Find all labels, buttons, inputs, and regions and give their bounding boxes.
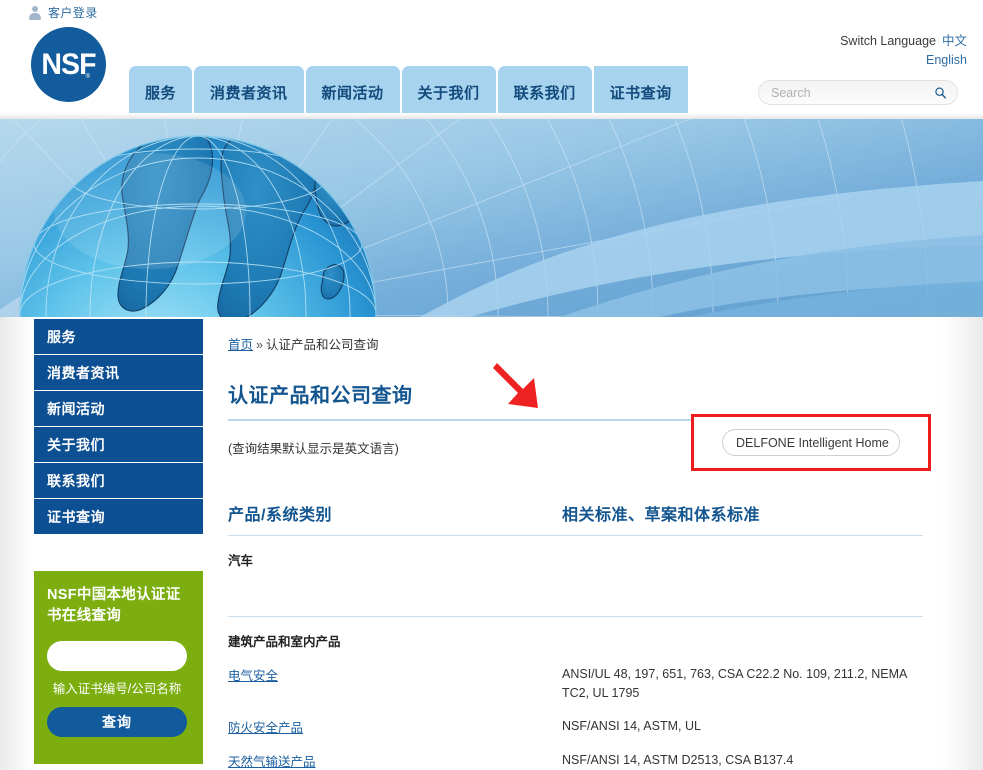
table-row: 天然气输送产品 NSF/ANSI 14, ASTM D2513, CSA B13… [228,737,923,770]
main-content: 首页»认证产品和公司查询 认证产品和公司查询 (查询结果默认显示是英文语言) 产… [228,317,931,770]
product-search-box[interactable] [722,429,900,456]
breadcrumb-home-link[interactable]: 首页 [228,338,253,352]
sidebar-item-consumer-info[interactable]: 消费者资讯 [34,355,203,391]
certificate-lookup-input[interactable] [47,641,187,671]
sidebar-item-label: 服务 [47,327,76,347]
switch-language-label: Switch Language [840,34,936,48]
primary-nav: 服务 消费者资讯 新闻活动 关于我们 联系我们 证书查询 [129,66,688,119]
page-title: 认证产品和公司查询 [228,379,931,408]
nav-tab-services[interactable]: 服务 [129,66,192,119]
sidebar-nav: 服务 消费者资讯 新闻活动 关于我们 联系我们 证书查询 [34,319,203,535]
breadcrumb-current: 认证产品和公司查询 [266,338,379,352]
annotation-arrow-icon [493,360,573,425]
nav-tab-label: 消费者资讯 [210,82,288,103]
sidebar-item-label: 证书查询 [47,507,105,527]
nav-tab-label: 新闻活动 [322,82,384,103]
sidebar-item-label: 新闻活动 [47,399,105,419]
search-highlight-box [691,414,931,471]
lang-link-english[interactable]: English [926,53,967,67]
subcategory-link-natural-gas[interactable]: 天然气输送产品 [228,755,316,769]
table-row: 防火安全产品 NSF/ANSI 14, ASTM, UL [228,703,923,737]
table-row: 电气安全 ANSI/UL 48, 197, 651, 763, CSA C22.… [228,651,923,703]
user-icon [28,5,42,21]
table-header-row: 产品/系统类别 相关标准、草案和体系标准 [228,501,923,535]
nav-tab-consumer-info[interactable]: 消费者资讯 [194,66,304,119]
registered-mark-icon: ® [86,74,90,80]
nav-tab-news-events[interactable]: 新闻活动 [306,66,400,119]
sidebar-item-about-us[interactable]: 关于我们 [34,427,203,463]
search-icon[interactable] [934,85,947,101]
sidebar-item-services[interactable]: 服务 [34,319,203,355]
subcategory-link-electrical-safety[interactable]: 电气安全 [228,669,278,683]
sidebar-item-label: 消费者资讯 [47,363,120,383]
breadcrumb-separator: » [256,338,263,352]
standards-text: NSF/ANSI 14, ASTM D2513, CSA B137.4 [562,753,793,767]
table-row: 汽车 [228,536,923,570]
page-body: 服务 消费者资讯 新闻活动 关于我们 联系我们 证书查询 NSF中国本地认证证书… [0,317,983,770]
certified-products-table: 产品/系统类别 相关标准、草案和体系标准 汽车 建筑产品和室内产品 电气 [228,501,923,770]
certificate-lookup-submit[interactable]: 查询 [47,707,187,737]
right-gutter [938,317,983,770]
lang-link-chinese[interactable]: 中文 [942,34,967,48]
header-search-box[interactable] [758,80,958,105]
certificate-lookup-panel: NSF中国本地认证证书在线查询 输入证书编号/公司名称 查询 [34,571,203,764]
sidebar-item-label: 关于我们 [47,435,105,455]
client-login-label: 客户登录 [48,4,98,21]
page-root: 客户登录 NSF ® 服务 消费者资讯 新闻活动 关于我们 联系我们 证书查询 [0,0,983,770]
table-col2-header: 相关标准、草案和体系标准 [562,507,760,524]
nav-tab-contact-us[interactable]: 联系我们 [498,66,592,119]
nav-tab-label: 联系我们 [514,82,576,103]
product-search-input[interactable] [734,435,899,451]
sidebar-item-contact-us[interactable]: 联系我们 [34,463,203,499]
category-name: 汽车 [228,554,253,568]
nav-tab-label: 服务 [145,82,176,103]
category-name: 建筑产品和室内产品 [228,635,341,649]
sidebar-item-label: 联系我们 [47,471,105,491]
nsf-logo[interactable]: NSF ® [31,27,106,102]
table-col1-header: 产品/系统类别 [228,507,332,524]
header-search-input[interactable] [769,85,934,101]
subcategory-link-fire-safety[interactable]: 防火安全产品 [228,721,303,735]
language-switcher: Switch Language 中文 English [840,32,967,70]
header-divider [0,113,983,119]
certificate-lookup-hint: 输入证书编号/公司名称 [47,678,187,697]
table-row: 建筑产品和室内产品 [228,617,923,651]
left-gutter [0,317,34,770]
sidebar-item-news-events[interactable]: 新闻活动 [34,391,203,427]
nav-tab-label: 证书查询 [610,82,672,103]
sidebar-item-certificate-search[interactable]: 证书查询 [34,499,203,535]
client-login-link[interactable]: 客户登录 [28,4,98,21]
nav-tab-label: 关于我们 [418,82,480,103]
row-spacer [228,570,923,616]
hero-globe-graphic [0,119,983,317]
breadcrumb: 首页»认证产品和公司查询 [228,334,931,353]
standards-text: NSF/ANSI 14, ASTM, UL [562,719,701,733]
certificate-lookup-title: NSF中国本地认证证书在线查询 [47,585,190,627]
standards-text: ANSI/UL 48, 197, 651, 763, CSA C22.2 No.… [562,667,907,700]
nav-tab-about-us[interactable]: 关于我们 [402,66,496,119]
nav-tab-certificate-search[interactable]: 证书查询 [594,66,688,119]
hero-banner [0,119,983,317]
site-header: 客户登录 NSF ® 服务 消费者资讯 新闻活动 关于我们 联系我们 证书查询 [0,0,983,119]
